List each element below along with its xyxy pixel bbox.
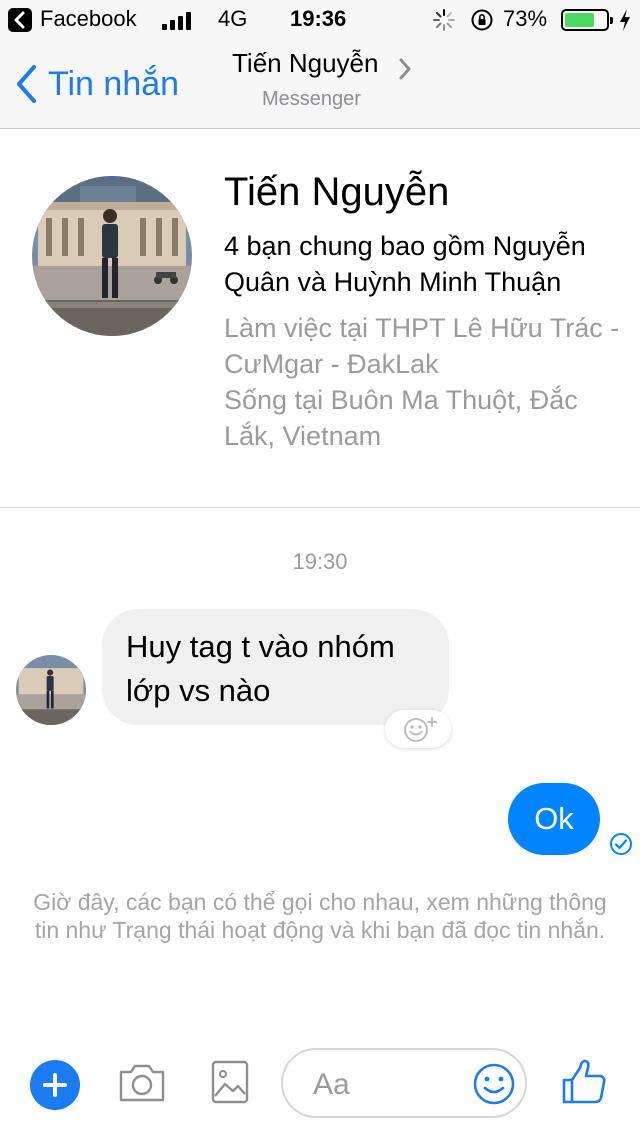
activity-spinner-icon xyxy=(432,8,456,38)
incoming-message-bubble[interactable]: Huy tag t vào nhóm lớp vs nào xyxy=(102,609,449,725)
emoji-icon xyxy=(473,1063,515,1105)
chevron-right-icon xyxy=(398,56,412,87)
message-input[interactable]: Aa xyxy=(281,1048,527,1118)
message-input-placeholder: Aa xyxy=(313,1068,350,1101)
plus-icon xyxy=(43,1073,67,1097)
delivered-check-icon xyxy=(609,832,633,861)
back-label: Tin nhắn xyxy=(48,64,180,103)
network-type: 4G xyxy=(218,6,248,31)
navigation-bar: Tin nhắn Tiến Nguyễn Messenger xyxy=(0,40,640,129)
divider xyxy=(0,507,640,508)
add-reaction-button[interactable] xyxy=(385,710,451,748)
work-info: Làm việc tại THPT Lê Hữu Trác - CưMgar -… xyxy=(224,313,620,379)
profile-avatar[interactable] xyxy=(32,176,192,336)
status-app-name[interactable]: Facebook xyxy=(40,6,137,32)
location-info: Sống tại Buôn Ma Thuột, Đắc Lắk, Vietnam xyxy=(224,385,578,451)
camera-icon xyxy=(119,1064,165,1102)
message-composer: Aa xyxy=(0,1040,640,1136)
contact-name-title: Tiến Nguyễn xyxy=(232,48,379,78)
profile-header: Tiến Nguyễn 4 bạn chung bao gồm Nguyễn Q… xyxy=(0,130,640,508)
rotation-lock-icon xyxy=(470,8,494,38)
more-actions-button[interactable] xyxy=(30,1060,80,1110)
battery-icon xyxy=(561,9,613,31)
outgoing-message-bubble[interactable]: Ok xyxy=(508,783,600,855)
mutual-friends: 4 bạn chung bao gồm Nguyễn Quân và Huỳnh… xyxy=(224,231,586,297)
add-reaction-icon xyxy=(404,717,437,742)
charging-bolt-icon xyxy=(618,8,632,38)
camera-button[interactable] xyxy=(117,1062,167,1109)
status-time: 19:36 xyxy=(290,6,347,31)
back-to-app-icon[interactable] xyxy=(8,8,32,32)
thumbs-up-icon xyxy=(562,1059,606,1104)
emoji-button[interactable] xyxy=(472,1062,516,1111)
signal-icon xyxy=(162,10,191,30)
nav-subtitle: Messenger xyxy=(262,88,361,110)
messenger-notice: Giờ đây, các bạn có thể gọi cho nhau, xe… xyxy=(33,889,607,943)
conversation-title[interactable]: Tiến Nguyễn Messenger xyxy=(232,48,432,110)
sender-avatar[interactable] xyxy=(16,655,86,725)
battery-percentage: 73% xyxy=(503,6,548,31)
status-bar: Facebook 4G 19:36 73% xyxy=(0,0,640,40)
gallery-button[interactable] xyxy=(211,1060,249,1109)
gallery-icon xyxy=(211,1060,249,1104)
like-button[interactable] xyxy=(560,1058,608,1111)
message-timestamp: 19:30 xyxy=(292,549,348,574)
chevron-left-icon xyxy=(17,65,36,103)
back-button[interactable]: Tin nhắn xyxy=(14,60,179,108)
profile-name: Tiến Nguyễn xyxy=(224,170,450,214)
